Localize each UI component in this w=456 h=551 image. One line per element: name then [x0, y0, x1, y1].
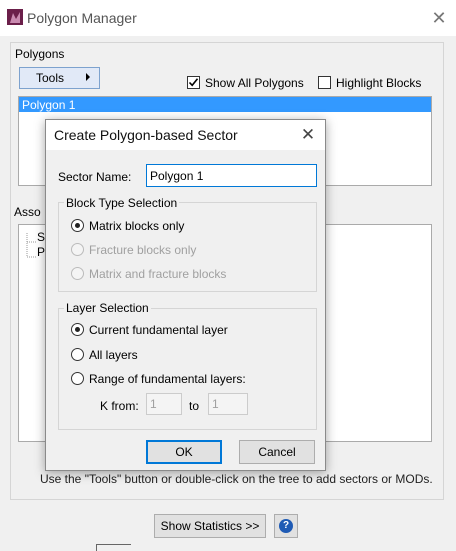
list-item[interactable]: Polygon 1: [19, 97, 431, 112]
matrix-and-fracture-blocks-label: Matrix and fracture blocks: [89, 267, 227, 281]
hint-text: Use the "Tools" button or double-click o…: [40, 472, 433, 486]
range-layers-radio[interactable]: [71, 372, 84, 385]
close-icon[interactable]: ✕: [428, 7, 450, 29]
k-from-input[interactable]: 1: [146, 393, 182, 415]
block-type-label: Block Type Selection: [64, 196, 180, 210]
k-from-value: 1: [150, 397, 157, 411]
all-layers-radio[interactable]: [71, 348, 84, 361]
k-from-label: K from:: [100, 399, 139, 413]
tree-item[interactable]: P: [37, 245, 45, 259]
current-layer-radio[interactable]: [71, 323, 84, 336]
sector-name-input[interactable]: [146, 164, 317, 187]
tree-item[interactable]: S: [37, 230, 45, 244]
all-layers-label: All layers: [89, 348, 138, 362]
help-icon: ?: [279, 519, 293, 533]
show-statistics-button[interactable]: Show Statistics >>: [154, 514, 266, 538]
fracture-blocks-radio[interactable]: [71, 243, 84, 256]
matrix-and-fracture-blocks-radio[interactable]: [71, 267, 84, 280]
layer-selection-label: Layer Selection: [64, 301, 151, 315]
ok-button[interactable]: OK: [146, 440, 222, 464]
fracture-blocks-label: Fracture blocks only: [89, 243, 197, 257]
help-button[interactable]: ?: [274, 514, 298, 538]
chevron-right-icon: [86, 73, 90, 81]
tools-button-label: Tools: [36, 71, 65, 85]
create-sector-dialog: Create Polygon-based Sector ✕ Sector Nam…: [45, 119, 326, 471]
window-title: Polygon Manager: [27, 10, 137, 26]
highlight-blocks-label: Highlight Blocks: [336, 76, 422, 90]
associations-label: Asso: [14, 205, 41, 219]
range-layers-label: Range of fundamental layers:: [89, 372, 246, 386]
sector-name-label: Sector Name:: [58, 170, 132, 184]
polygon-item-label: Polygon 1: [22, 98, 76, 112]
show-all-polygons-checkbox[interactable]: [187, 76, 200, 89]
dialog-title: Create Polygon-based Sector: [54, 127, 238, 143]
matrix-blocks-radio[interactable]: [71, 219, 84, 232]
close-icon[interactable]: ✕: [298, 125, 318, 145]
highlight-blocks-checkbox[interactable]: [318, 76, 331, 89]
matrix-blocks-label: Matrix blocks only: [89, 219, 185, 233]
current-layer-label: Current fundamental layer: [89, 323, 228, 337]
k-to-label: to: [189, 399, 200, 413]
show-all-polygons-label: Show All Polygons: [205, 76, 304, 90]
k-to-input[interactable]: 1: [208, 393, 248, 415]
tools-button[interactable]: Tools: [19, 67, 100, 89]
polygons-label: Polygons: [15, 47, 65, 61]
checkmark-icon: [188, 78, 199, 87]
app-icon: [7, 9, 23, 25]
cancel-button[interactable]: Cancel: [239, 440, 315, 464]
k-to-value: 1: [212, 397, 219, 411]
